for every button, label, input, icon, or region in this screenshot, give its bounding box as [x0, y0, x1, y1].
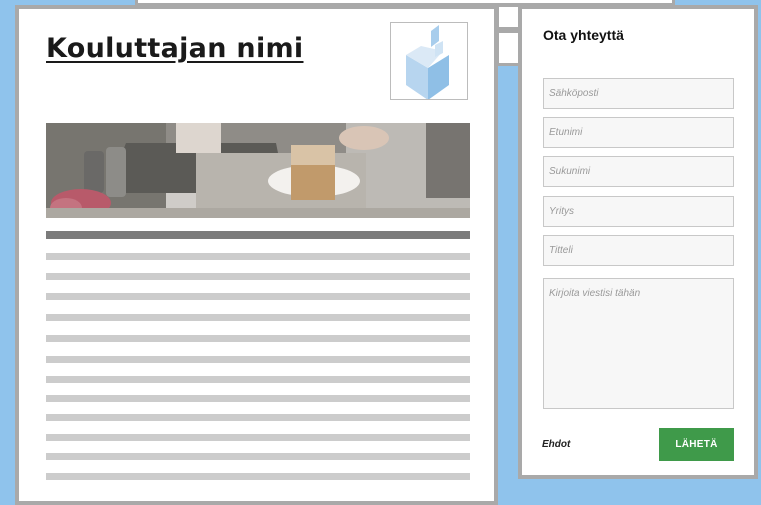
job-title-field[interactable]	[543, 235, 734, 266]
placeholder-text-line	[46, 395, 470, 402]
placeholder-heading-bar	[46, 231, 470, 239]
company-field[interactable]	[543, 196, 734, 227]
terms-link[interactable]: Ehdot	[542, 439, 570, 450]
placeholder-text-line	[46, 335, 470, 342]
lastname-field[interactable]	[543, 156, 734, 187]
placeholder-text-line	[46, 473, 470, 480]
placeholder-text-line	[46, 293, 470, 300]
placeholder-text-line	[46, 253, 470, 260]
firstname-field[interactable]	[543, 117, 734, 148]
coffee-table-photo	[46, 123, 470, 218]
contact-form-title: Ota yhteyttä	[543, 27, 624, 43]
placeholder-text-line	[46, 273, 470, 280]
send-button[interactable]: LÄHETÄ	[659, 428, 734, 461]
message-field[interactable]	[543, 278, 734, 409]
placeholder-text-line	[46, 356, 470, 363]
trainer-card: Kouluttajan nimi	[15, 5, 498, 505]
placeholder-text-line	[46, 434, 470, 441]
cube-logo-icon	[406, 25, 449, 99]
placeholder-text-line	[46, 414, 470, 421]
placeholder-text-line	[46, 453, 470, 460]
placeholder-text-line	[46, 376, 470, 383]
trainer-name-heading[interactable]: Kouluttajan nimi	[46, 33, 304, 64]
hero-image	[46, 123, 470, 218]
trainer-logo	[390, 22, 468, 100]
email-field[interactable]	[543, 78, 734, 109]
contact-form-card: Ota yhteyttä Ehdot LÄHETÄ	[518, 5, 758, 479]
placeholder-text-line	[46, 314, 470, 321]
